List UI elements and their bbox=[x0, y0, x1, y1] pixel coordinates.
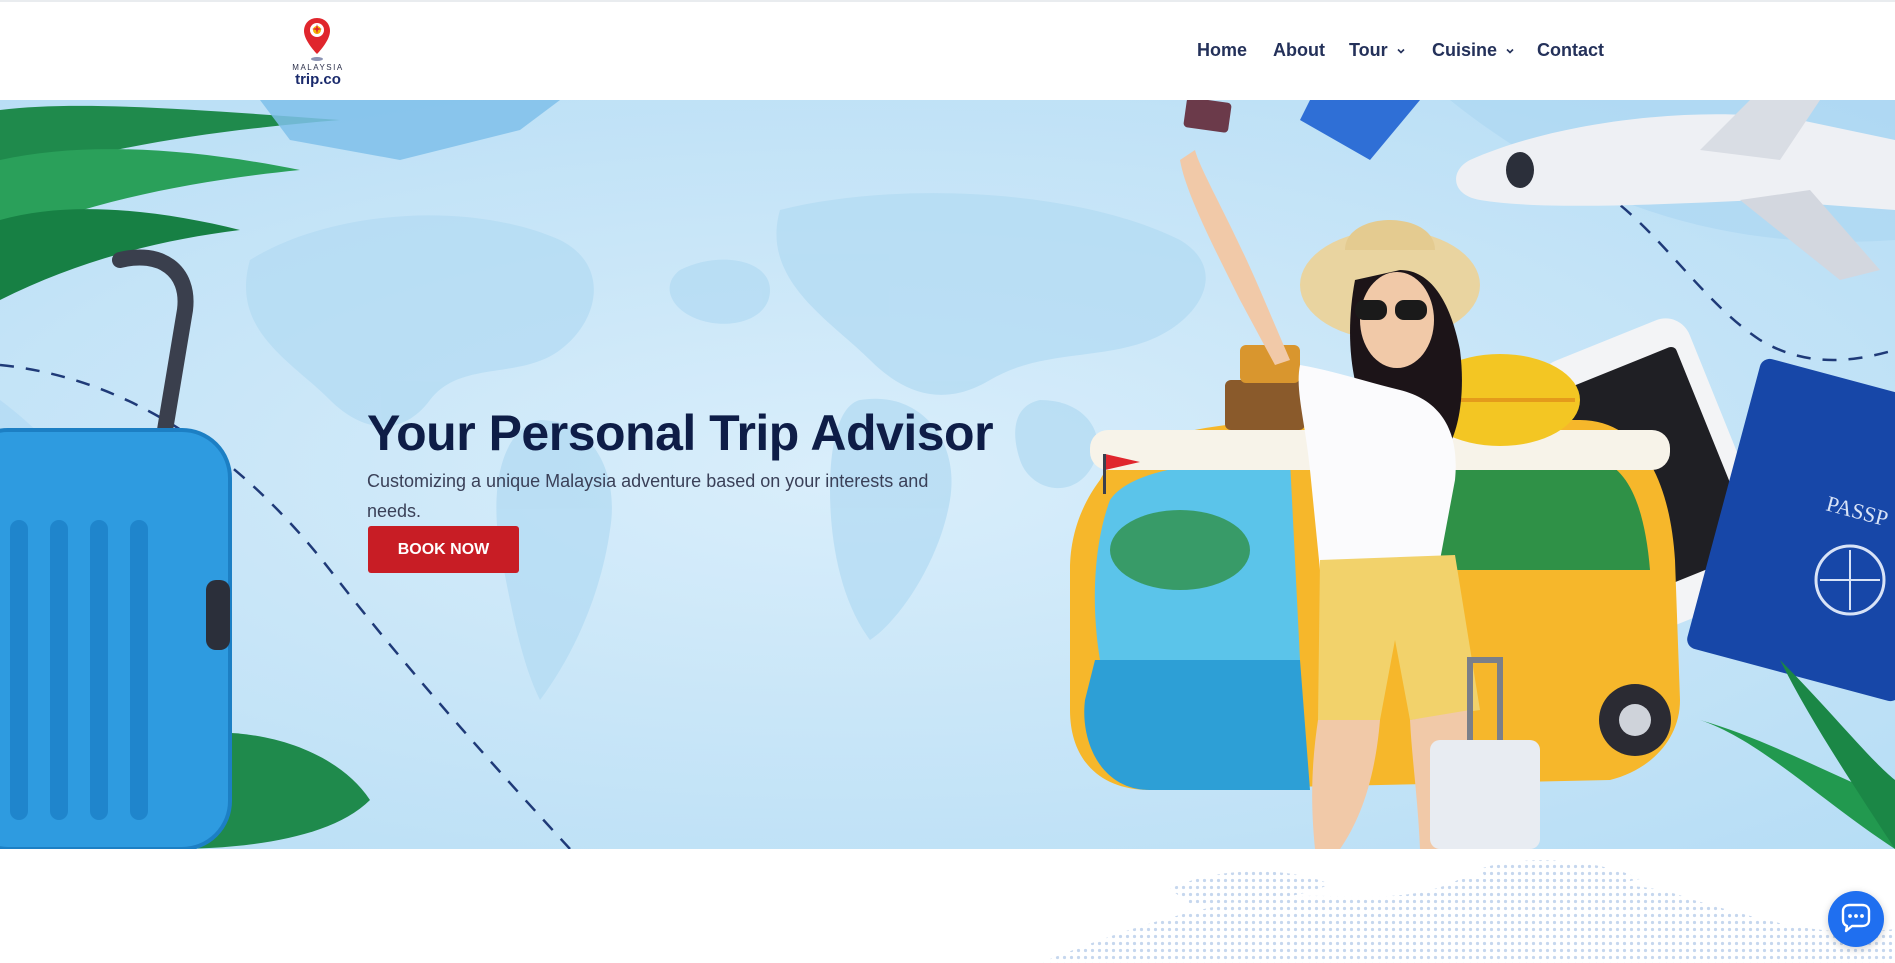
nav-cuisine[interactable]: Cuisine bbox=[1432, 40, 1515, 61]
chevron-down-icon bbox=[1506, 48, 1514, 54]
suitcase-illustration bbox=[0, 249, 232, 849]
nav-tour-label: Tour bbox=[1349, 40, 1388, 60]
logo-wordmark-bottom: trip.co bbox=[295, 71, 341, 88]
map-pin-icon bbox=[304, 18, 330, 61]
nav-cuisine-label: Cuisine bbox=[1432, 40, 1498, 60]
hero-illustration: PASSP bbox=[0, 100, 1895, 849]
site-logo[interactable]: MALAYSIA trip.co bbox=[288, 16, 348, 90]
nav-tour[interactable]: Tour bbox=[1349, 40, 1406, 61]
nav-home[interactable]: Home bbox=[1197, 40, 1247, 61]
hero-banner: PASSP Your Personal Trip Advisor Customi… bbox=[0, 100, 1895, 849]
book-now-button[interactable]: BOOK NOW bbox=[368, 526, 519, 573]
nav-contact[interactable]: Contact bbox=[1537, 40, 1604, 61]
hero-subtitle: Customizing a unique Malaysia adventure … bbox=[367, 471, 929, 521]
nav-about[interactable]: About bbox=[1273, 40, 1325, 61]
site-header: MALAYSIA trip.co Home About Tour Cuisine… bbox=[0, 0, 1895, 100]
nav-about-label: About bbox=[1273, 40, 1325, 60]
chevron-down-icon bbox=[1397, 48, 1405, 54]
next-section bbox=[0, 849, 1895, 963]
dotted-world-map-decoration bbox=[1040, 860, 1895, 963]
chat-widget-button[interactable] bbox=[1828, 891, 1884, 947]
chat-bubble-icon bbox=[1841, 903, 1871, 933]
nav-contact-label: Contact bbox=[1537, 40, 1604, 60]
nav-home-label: Home bbox=[1197, 40, 1248, 60]
hero-title: Your Personal Trip Advisor bbox=[367, 404, 994, 461]
